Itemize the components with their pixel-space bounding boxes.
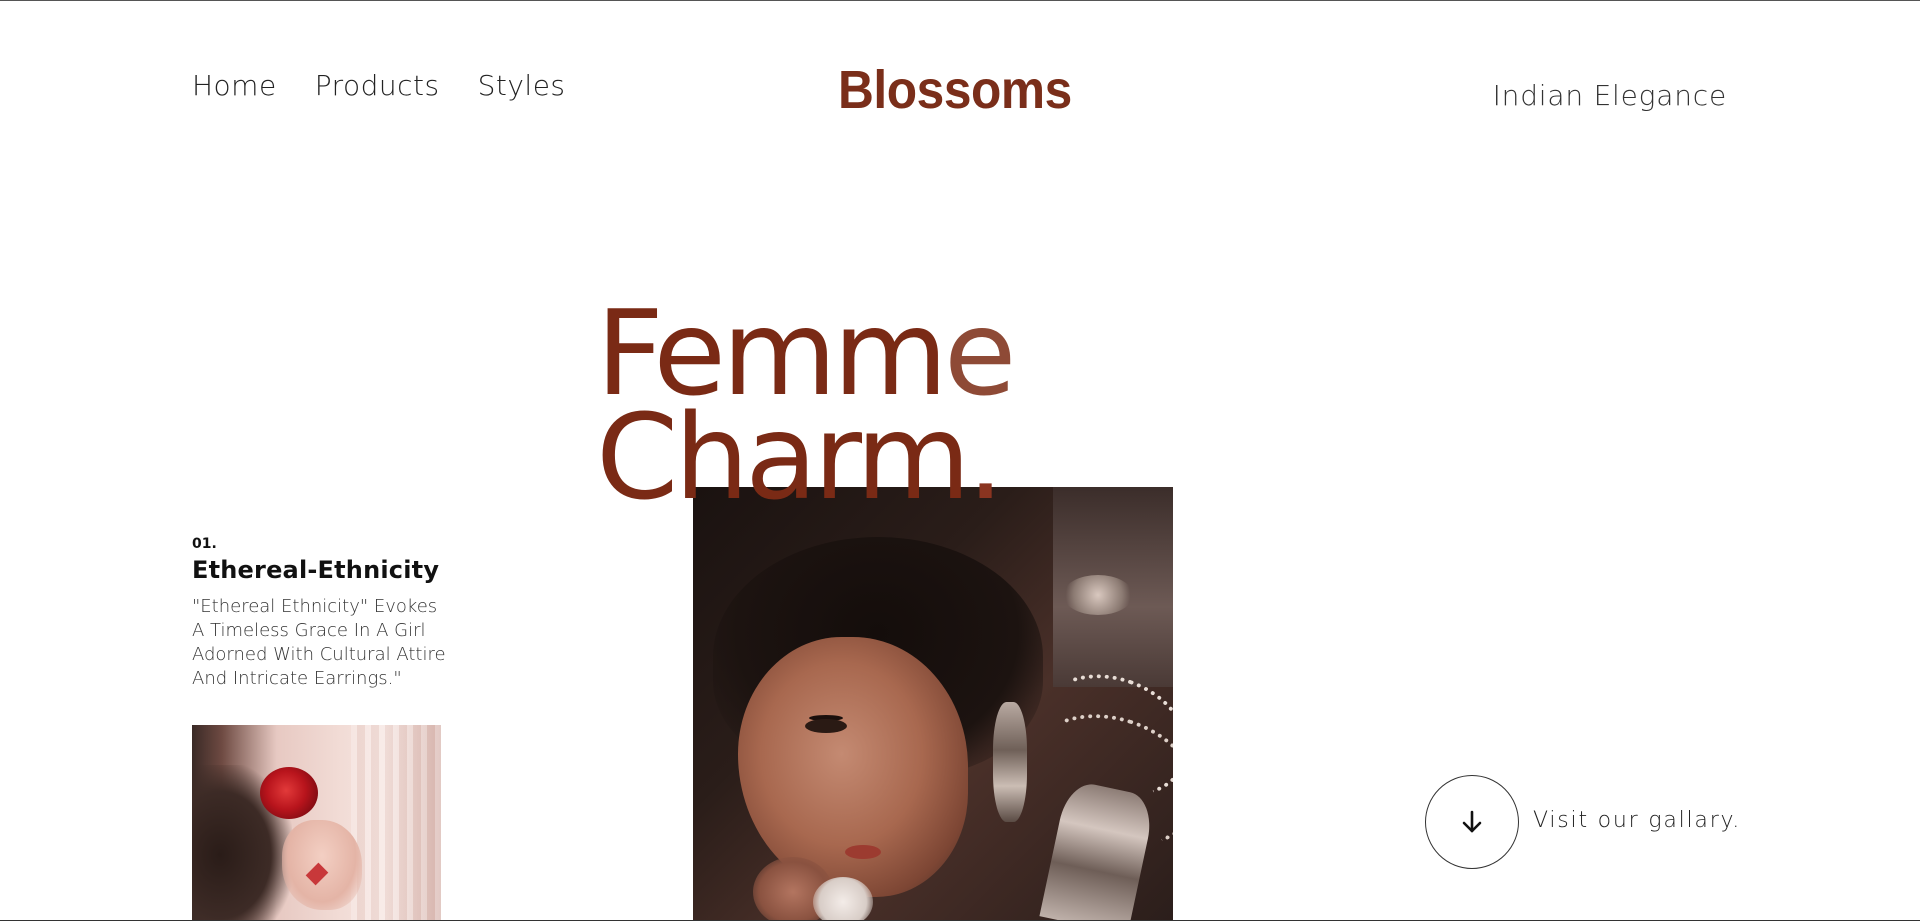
feature-title: Ethereal-Ethnicity bbox=[192, 556, 440, 584]
brand-logo[interactable]: Blossoms bbox=[838, 59, 1072, 121]
arrow-down-icon bbox=[1462, 810, 1482, 833]
nav-styles-link[interactable]: Styles bbox=[478, 69, 566, 102]
nav-products-link[interactable]: Products bbox=[315, 69, 440, 102]
hero-title: Femme Charm. bbox=[596, 294, 1017, 526]
main-nav: Home Products Styles bbox=[192, 69, 566, 102]
feature-image bbox=[192, 725, 441, 920]
page: Home Products Styles Blossoms Indian Ele… bbox=[0, 0, 1920, 921]
feature-number: 01. bbox=[192, 536, 217, 552]
hero-title-line-2: Charm. bbox=[596, 388, 1004, 526]
gallery-scroll-button[interactable] bbox=[1425, 775, 1519, 869]
feature-description: "Ethereal Ethnicity" Evokes A Timeless G… bbox=[192, 596, 446, 689]
gallery-link[interactable]: Visit our gallary. bbox=[1533, 808, 1741, 833]
brand-tagline: Indian Elegance bbox=[1492, 79, 1727, 112]
hero-portrait-image bbox=[693, 487, 1173, 920]
nav-home-link[interactable]: Home bbox=[192, 69, 277, 102]
